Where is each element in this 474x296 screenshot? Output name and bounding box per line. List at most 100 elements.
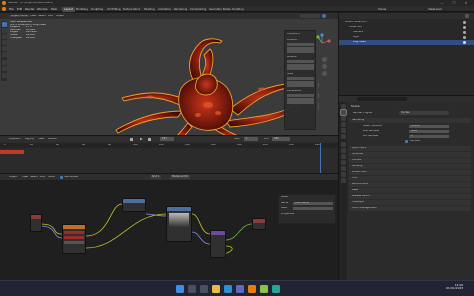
node-label-field[interactable]	[293, 206, 333, 210]
noise-texture-node[interactable]	[62, 224, 86, 254]
panel-light-paths[interactable]: Light Paths	[349, 146, 471, 151]
browser-icon[interactable]	[224, 285, 232, 293]
properties-search-field[interactable]	[357, 97, 407, 101]
physics-tab-icon[interactable]	[340, 160, 346, 165]
outliner-filter-icon[interactable]	[465, 14, 469, 18]
panel-volumes[interactable]: Volumes	[349, 152, 471, 157]
material-tab-icon[interactable]	[340, 178, 346, 183]
end-frame-field[interactable]: 250	[272, 137, 290, 141]
particles-tab-icon[interactable]	[340, 154, 346, 159]
timeline-menu-view[interactable]: View	[38, 138, 44, 141]
constraints-tab-icon[interactable]	[340, 166, 346, 171]
visibility-eye-icon[interactable]	[463, 36, 466, 39]
tab-uv-editing[interactable]: UV Editing	[105, 7, 123, 12]
menu-render[interactable]: Render	[25, 8, 35, 11]
panel-performance[interactable]: Performance	[349, 182, 471, 187]
camera-view-icon[interactable]	[322, 71, 327, 76]
playhead[interactable]	[320, 143, 322, 173]
color-ramp-node[interactable]	[166, 206, 192, 242]
tab-geometry-nodes[interactable]: Geometry Nodes	[207, 7, 233, 12]
output-tab-icon[interactable]	[340, 116, 346, 121]
start-frame-field[interactable]: 1	[244, 137, 258, 141]
system-tray[interactable]	[420, 286, 440, 292]
panel-sampling[interactable]: Sampling	[349, 118, 471, 123]
mix-node[interactable]	[122, 198, 146, 212]
tab-shading[interactable]: Shading	[142, 7, 157, 12]
outliner-row-light[interactable]: Light	[353, 36, 359, 39]
pan-icon[interactable]	[322, 64, 327, 69]
panel-freestyle[interactable]: Freestyle	[349, 200, 471, 205]
panel-grease-pencil[interactable]: Grease Pencil	[349, 194, 471, 199]
denoise-checkbox[interactable]	[405, 140, 408, 143]
panel-color-management[interactable]: Color Management	[349, 206, 471, 211]
search-icon[interactable]	[188, 285, 196, 293]
tab-sculpting[interactable]: Sculpting	[89, 7, 105, 12]
tab-modeling[interactable]: Modeling	[74, 7, 90, 12]
data-tab-icon[interactable]	[340, 172, 346, 177]
tab-layout[interactable]: Layout	[62, 6, 75, 12]
taskbar-clock[interactable]: 12:00 01/01/2023	[446, 284, 463, 290]
visibility-eye-icon[interactable]	[463, 41, 466, 44]
panel-simplify[interactable]: Simplify	[349, 164, 471, 169]
view-layer-selector[interactable]: ViewLayer	[428, 8, 442, 11]
shader-node-editor[interactable]: Object View Select Add Node Use Nodes Sl…	[0, 173, 338, 280]
view-layer-tab-icon[interactable]	[340, 122, 346, 127]
3d-viewport[interactable]: Object Mode View Select Add Object User …	[0, 13, 338, 135]
dimensions-z-field[interactable]	[287, 101, 314, 104]
material-output-node[interactable]	[252, 218, 266, 230]
tab-compositing[interactable]: Compositing	[188, 7, 208, 12]
outliner-row-scene-collection[interactable]: Scene Collection	[345, 21, 367, 24]
tool-tab-icon[interactable]	[340, 104, 346, 109]
bump-node[interactable]	[210, 230, 226, 258]
play-icon[interactable]	[140, 137, 143, 140]
start-menu-icon[interactable]	[176, 285, 184, 293]
npanel-tab-tool[interactable]: Tool	[317, 93, 319, 98]
blender-menu-icon[interactable]	[2, 7, 6, 11]
location-z-field[interactable]	[287, 50, 314, 53]
timeline-menu-keying[interactable]: Keying	[25, 138, 34, 141]
npanel-tab-view[interactable]: View	[317, 103, 319, 109]
modifier-tab-icon[interactable]	[340, 148, 346, 153]
timeline-menu-marker[interactable]: Marker	[48, 138, 57, 141]
render-tab-icon[interactable]	[339, 109, 347, 116]
tab-rendering[interactable]: Rendering	[172, 7, 189, 12]
app-icon[interactable]	[272, 285, 280, 293]
task-view-icon[interactable]	[200, 285, 208, 293]
visibility-eye-icon[interactable]	[463, 26, 466, 29]
scene-tab-icon[interactable]	[340, 128, 346, 133]
outliner-row-collection[interactable]: Collection	[349, 26, 362, 29]
timeline-menu-playback[interactable]: Playback	[9, 138, 21, 141]
outliner-row-dog-head[interactable]: Dog Head	[353, 41, 366, 44]
app-icon[interactable]	[260, 285, 268, 293]
jump-end-icon[interactable]	[148, 137, 151, 141]
store-icon[interactable]	[236, 285, 244, 293]
min-samples-field[interactable]: 0	[409, 134, 449, 138]
texture-coordinate-node[interactable]	[30, 214, 42, 232]
npanel-tab-item[interactable]: Item	[317, 83, 319, 88]
panel-curves[interactable]: Curves	[349, 158, 471, 163]
node-name-field[interactable]: Color Ramp	[293, 201, 333, 205]
noise-threshold-field[interactable]: 0.0100	[409, 124, 449, 128]
file-explorer-icon[interactable]	[212, 285, 220, 293]
tab-animation[interactable]: Animation	[156, 7, 173, 12]
tab-scripting[interactable]: Scripting	[230, 7, 246, 12]
visibility-eye-icon[interactable]	[463, 31, 466, 34]
panel-motion-blur[interactable]: Motion Blur	[349, 170, 471, 175]
render-engine-select[interactable]: Cycles	[399, 111, 449, 115]
jump-start-icon[interactable]	[130, 137, 133, 141]
blender-taskbar-icon[interactable]	[248, 285, 256, 293]
panel-bake[interactable]: Bake	[349, 188, 471, 193]
current-frame-field[interactable]: 237	[160, 137, 174, 141]
tab-texture-paint[interactable]: Texture Paint	[121, 7, 142, 12]
menu-help[interactable]: Help	[51, 8, 57, 11]
menu-file[interactable]: File	[9, 8, 14, 11]
world-tab-icon[interactable]	[340, 134, 346, 139]
menu-window[interactable]: Window	[37, 8, 48, 11]
panel-film[interactable]: Film	[349, 176, 471, 181]
menu-edit[interactable]: Edit	[17, 8, 22, 11]
max-samples-field[interactable]: 4096	[409, 129, 449, 133]
scale-z-field[interactable]	[287, 84, 314, 87]
visibility-eye-icon[interactable]	[463, 21, 466, 24]
rotation-z-field[interactable]	[287, 67, 314, 70]
object-tab-icon[interactable]	[340, 142, 346, 147]
